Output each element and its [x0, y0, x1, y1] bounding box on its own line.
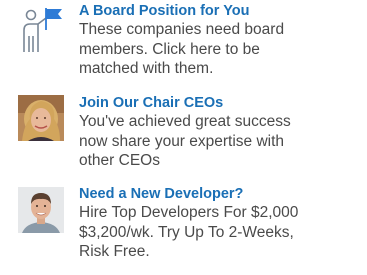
ad-description-line: You've achieved great success [79, 113, 291, 130]
ad-title[interactable]: A Board Position for You [79, 3, 367, 20]
ad-description-line: Risk Free. [79, 243, 150, 260]
ad-board-position[interactable]: A Board Position for You These companies… [0, 0, 367, 88]
ad-description-line: other CEOs [79, 152, 160, 169]
ad-description-line: $3,200/wk. Try Up To 2-Weeks, [79, 223, 294, 241]
ad-title[interactable]: Need a New Developer? [79, 186, 367, 203]
sponsored-ads-list: A Board Position for You These companies… [0, 0, 367, 275]
board-member-flag-icon [18, 6, 64, 52]
ad-description-line: Hire Top Developers For $2,000 [79, 204, 299, 221]
ad-title[interactable]: Join Our Chair CEOs [79, 95, 367, 112]
ad-chair-ceos[interactable]: Join Our Chair CEOs You've achieved grea… [0, 88, 367, 180]
ad-description-line: matched with them. [79, 60, 214, 77]
man-portrait[interactable] [18, 187, 64, 233]
woman-portrait[interactable] [18, 95, 64, 141]
ad-description-line: now share your expertise with [79, 132, 285, 150]
ad-description-line: members. Click here to be [79, 40, 260, 58]
ad-description-line: These companies need board [79, 21, 285, 38]
ad-new-developer[interactable]: Need a New Developer? Hire Top Developer… [0, 180, 367, 275]
